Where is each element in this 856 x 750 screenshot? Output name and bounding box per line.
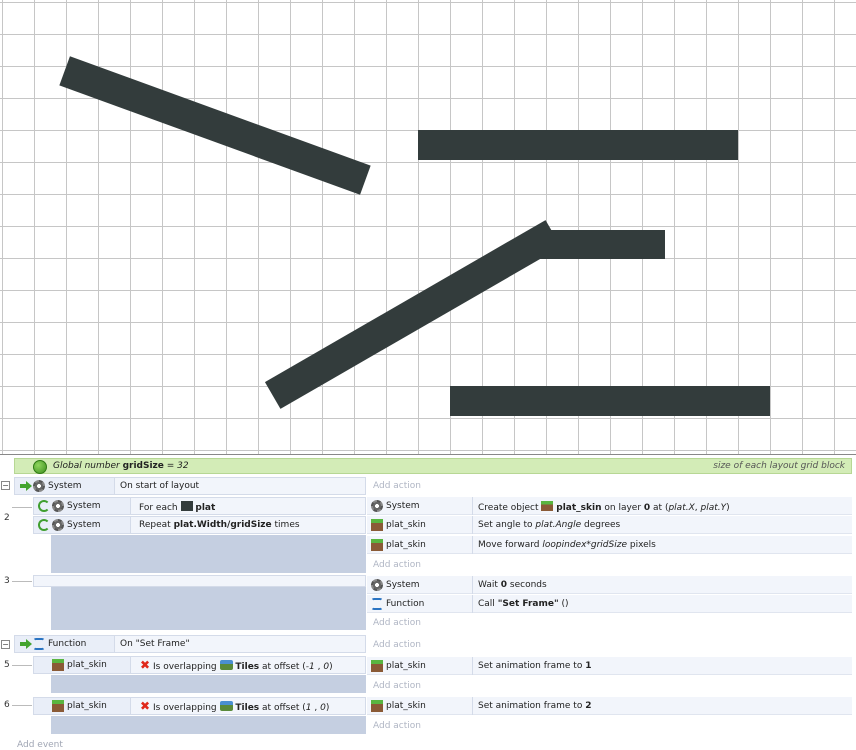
grass-sprite-icon: [371, 660, 383, 672]
action-row[interactable]: plat_skin Set angle to plat.Angle degree…: [367, 516, 852, 534]
add-action-link[interactable]: Add action: [373, 618, 421, 628]
add-action-link[interactable]: Add action: [373, 560, 421, 570]
condition-object: Function: [48, 639, 87, 649]
global-variable-text: Global number gridSize = 32: [53, 461, 189, 471]
grass-sprite-icon: [371, 700, 383, 712]
platform-sprite[interactable]: [418, 130, 738, 160]
condition-object: System: [67, 501, 101, 511]
condition-row[interactable]: plat_skin ✖ Is overlapping Tiles at offs…: [33, 656, 366, 674]
action-object: plat_skin: [386, 520, 426, 530]
add-action-link[interactable]: Add action: [373, 681, 421, 691]
condition-row[interactable]: Function On "Set Frame": [14, 635, 366, 653]
condition-area: [51, 716, 366, 734]
action-text: Wait 0 seconds: [478, 580, 547, 590]
action-text: Call "Set Frame" (): [478, 599, 569, 609]
global-variable-name: gridSize: [122, 461, 164, 471]
condition-text: Is overlapping Tiles at offset (1 , 0): [153, 701, 330, 713]
tiles-icon: [219, 701, 233, 711]
platform-sprite[interactable]: [450, 386, 770, 416]
condition-object: System: [48, 481, 82, 491]
condition-area: [51, 587, 366, 630]
action-row[interactable]: plat_skin Move forward loopindex*gridSiz…: [367, 536, 852, 554]
condition-text: On "Set Frame": [120, 639, 190, 649]
condition-text: On start of layout: [120, 481, 200, 491]
condition-object: plat_skin: [67, 701, 107, 711]
platform-sprite[interactable]: [539, 230, 665, 259]
action-row[interactable]: System Wait 0 seconds: [367, 576, 852, 594]
action-object: plat_skin: [386, 540, 426, 550]
grass-sprite-icon: [52, 659, 64, 671]
event-number: 3: [4, 576, 10, 586]
event-sheet: Global number gridSize = 32 size of each…: [0, 456, 856, 750]
platform-sprite[interactable]: [59, 56, 371, 195]
gear-icon: [52, 519, 64, 531]
action-object: plat_skin: [386, 701, 426, 711]
collapse-toggle[interactable]: −: [1, 481, 10, 490]
action-object: Function: [386, 599, 425, 609]
action-row[interactable]: Function Call "Set Frame" (): [367, 595, 852, 613]
gear-icon: [33, 480, 45, 492]
grass-sprite-icon: [52, 700, 64, 712]
add-action-link[interactable]: Add action: [373, 481, 421, 491]
function-icon: [371, 598, 383, 610]
action-row[interactable]: plat_skin Set animation frame to 2: [367, 697, 852, 715]
action-text: Set animation frame to 1: [478, 661, 592, 671]
trigger-arrow-icon: [20, 481, 32, 491]
action-object: System: [386, 501, 420, 511]
gear-icon: [371, 579, 383, 591]
x-invert-icon: ✖: [139, 699, 151, 713]
add-action-link[interactable]: Add action: [373, 640, 421, 650]
global-variable-comment: size of each layout grid block: [713, 461, 845, 471]
event-number: 6: [4, 700, 10, 710]
add-action-link[interactable]: Add action: [373, 721, 421, 731]
layout-view[interactable]: [0, 0, 856, 455]
trigger-arrow-icon: [20, 639, 32, 649]
condition-row[interactable]: System For each plat: [33, 497, 366, 515]
condition-text: For each plat: [139, 501, 216, 513]
action-text: Set animation frame to 2: [478, 701, 592, 711]
action-row[interactable]: plat_skin Set animation frame to 1: [367, 657, 852, 675]
action-text: Create object plat_skin on layer 0 at (p…: [478, 501, 730, 513]
add-event-link[interactable]: Add event: [17, 740, 63, 750]
condition-area: [51, 535, 366, 573]
condition-text: Repeat plat.Width/gridSize times: [139, 520, 300, 530]
action-row[interactable]: System Create object plat_skin on layer …: [367, 497, 852, 515]
function-icon: [33, 638, 45, 650]
grass-sprite-icon: [371, 539, 383, 551]
globe-icon: [33, 460, 47, 474]
gear-icon: [371, 500, 383, 512]
condition-object: System: [67, 520, 101, 530]
condition-row[interactable]: plat_skin ✖ Is overlapping Tiles at offs…: [33, 697, 366, 715]
grass-sprite-icon: [541, 501, 554, 511]
x-invert-icon: ✖: [139, 658, 151, 672]
action-text: Set angle to plat.Angle degrees: [478, 520, 621, 530]
loop-icon: [38, 500, 50, 512]
event-number: 5: [4, 660, 10, 670]
gear-icon: [52, 500, 64, 512]
action-object: System: [386, 580, 420, 590]
condition-row[interactable]: System On start of layout: [14, 477, 366, 495]
loop-icon: [38, 519, 50, 531]
platform-sprite[interactable]: [264, 220, 562, 409]
condition-area: [51, 675, 366, 693]
grass-sprite-icon: [371, 519, 383, 531]
condition-row[interactable]: System Repeat plat.Width/gridSize times: [33, 516, 366, 534]
tiles-icon: [219, 660, 233, 670]
event-number: 2: [4, 513, 10, 523]
condition-object: plat_skin: [67, 660, 107, 670]
plat-sprite-icon: [180, 501, 193, 511]
global-variable-row[interactable]: Global number gridSize = 32 size of each…: [14, 458, 852, 474]
action-object: plat_skin: [386, 661, 426, 671]
action-text: Move forward loopindex*gridSize pixels: [478, 540, 656, 550]
condition-row[interactable]: [33, 575, 366, 587]
collapse-toggle[interactable]: −: [1, 640, 10, 649]
condition-text: Is overlapping Tiles at offset (-1 , 0): [153, 660, 333, 672]
